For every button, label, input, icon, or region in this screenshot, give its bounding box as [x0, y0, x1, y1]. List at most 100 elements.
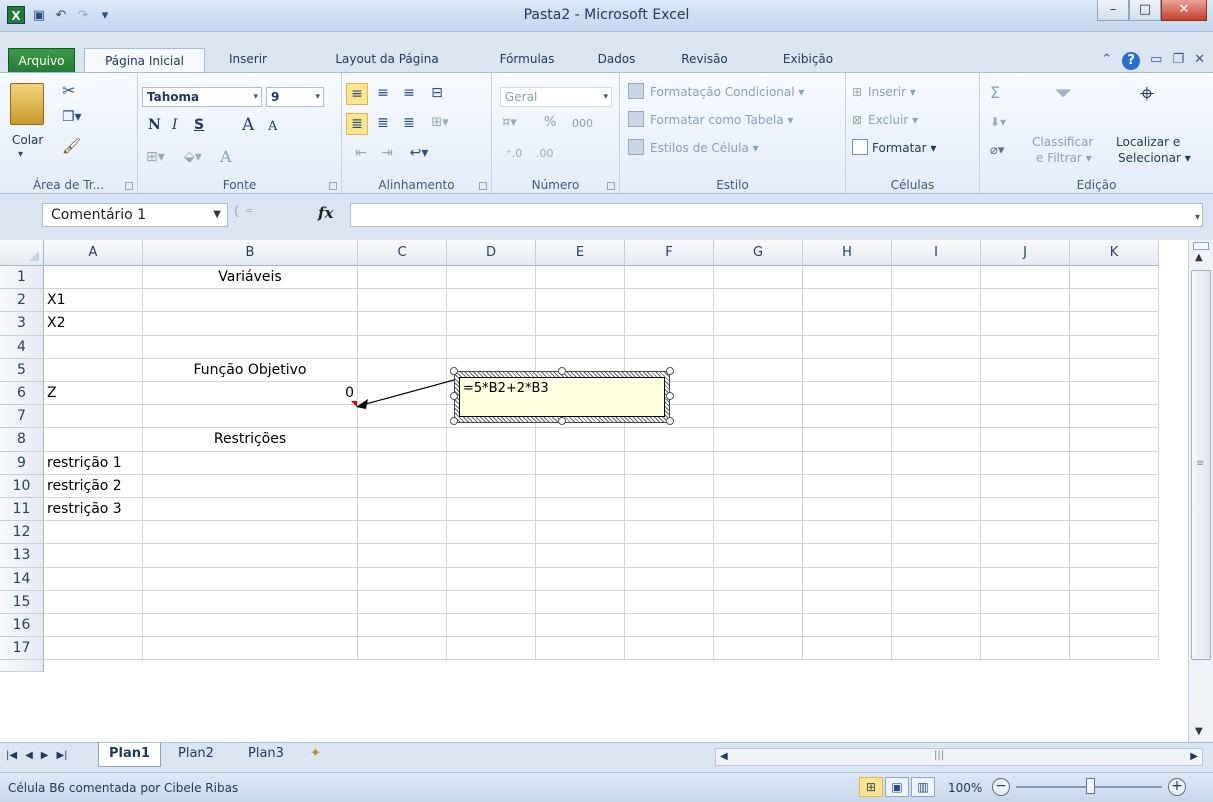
cell-b7[interactable]: [143, 405, 358, 429]
find-select-line2[interactable]: Selecionar ▾: [1118, 151, 1191, 165]
maximize-icon[interactable]: □: [1129, 0, 1161, 21]
zoom-level[interactable]: 100%: [948, 781, 982, 795]
cell-a4[interactable]: [44, 335, 143, 359]
cell-b2[interactable]: [143, 289, 358, 313]
grow-font-button[interactable]: A: [242, 115, 254, 135]
cell-f9[interactable]: [625, 451, 714, 475]
cell-d3[interactable]: [447, 312, 536, 336]
cell-i1[interactable]: [892, 266, 981, 290]
cell-h4[interactable]: [803, 335, 892, 359]
sort-filter-line1[interactable]: Classificar: [1032, 135, 1093, 149]
cell-f15[interactable]: [625, 590, 714, 614]
collapse-ribbon-icon[interactable]: ⌃: [1101, 52, 1112, 70]
paste-icon[interactable]: [10, 83, 44, 125]
cell-g13[interactable]: [714, 544, 803, 568]
cell-a2[interactable]: X1: [44, 289, 143, 313]
cell-j15[interactable]: [981, 590, 1070, 614]
cell-j16[interactable]: [981, 614, 1070, 638]
scroll-up-icon[interactable]: ▲: [1195, 252, 1203, 263]
cell-i11[interactable]: [892, 498, 981, 522]
cell-i17[interactable]: [892, 637, 981, 661]
row-header-4[interactable]: 4: [0, 335, 44, 359]
fill-icon[interactable]: ⬇▾: [990, 115, 1006, 129]
scroll-down-icon[interactable]: ▼: [1195, 726, 1203, 737]
comment-box[interactable]: =5*B2+2*B3: [459, 377, 665, 417]
prev-sheet-icon[interactable]: ◀: [25, 750, 33, 761]
cell-g12[interactable]: [714, 521, 803, 545]
font-name-combo[interactable]: Tahoma ▾: [142, 87, 262, 107]
resize-handle-sw[interactable]: [450, 417, 458, 425]
cell-c3[interactable]: [358, 312, 447, 336]
cell-k12[interactable]: [1070, 521, 1159, 545]
column-header-h[interactable]: H: [803, 240, 892, 266]
cell-k14[interactable]: [1070, 567, 1159, 591]
close-icon[interactable]: ✕: [1161, 0, 1207, 21]
cell-k5[interactable]: [1070, 358, 1159, 382]
cell-j6[interactable]: [981, 382, 1070, 406]
format-painter-icon[interactable]: 🖌: [62, 137, 81, 155]
cell-e11[interactable]: [536, 498, 625, 522]
cell-h16[interactable]: [803, 614, 892, 638]
row-header-12[interactable]: 12: [0, 521, 44, 545]
cell-e2[interactable]: [536, 289, 625, 313]
borders-icon[interactable]: ⊞▾: [146, 149, 165, 165]
alignment-launcher-icon[interactable]: [479, 182, 487, 190]
cell-a8[interactable]: [44, 428, 143, 452]
cell-g10[interactable]: [714, 474, 803, 498]
italic-button[interactable]: I: [172, 117, 178, 133]
normal-view-icon[interactable]: ⊞: [859, 777, 883, 797]
scroll-right-icon[interactable]: ▶: [1190, 751, 1198, 762]
cell-h11[interactable]: [803, 498, 892, 522]
cell-j17[interactable]: [981, 637, 1070, 661]
cell-a15[interactable]: [44, 590, 143, 614]
cell-a6[interactable]: Z: [44, 382, 143, 406]
column-header-e[interactable]: E: [536, 240, 625, 266]
cell-h7[interactable]: [803, 405, 892, 429]
cell-a10[interactable]: restrição 2: [44, 474, 143, 498]
first-sheet-icon[interactable]: |◀: [6, 750, 17, 761]
cell-g1[interactable]: [714, 266, 803, 290]
cell-k16[interactable]: [1070, 614, 1159, 638]
cell-styles-button[interactable]: Estilos de Célula ▾: [650, 141, 759, 155]
minimize-icon[interactable]: –: [1097, 0, 1129, 21]
row-header-6[interactable]: 6: [0, 382, 44, 406]
cell-b8[interactable]: Restrições: [143, 428, 358, 452]
cell-c13[interactable]: [358, 544, 447, 568]
cell-k17[interactable]: [1070, 637, 1159, 661]
cell-i13[interactable]: [892, 544, 981, 568]
decrease-decimal-icon[interactable]: .00: [536, 147, 554, 160]
cell-e13[interactable]: [536, 544, 625, 568]
cell-g17[interactable]: [714, 637, 803, 661]
cell-d14[interactable]: [447, 567, 536, 591]
cell-g4[interactable]: [714, 335, 803, 359]
sort-filter-line2[interactable]: e Filtrar ▾: [1036, 151, 1092, 165]
cell-i12[interactable]: [892, 521, 981, 545]
orientation-icon[interactable]: ⊟: [426, 83, 448, 105]
cell-d2[interactable]: [447, 289, 536, 313]
cell-b4[interactable]: [143, 335, 358, 359]
cell-i16[interactable]: [892, 614, 981, 638]
page-layout-view-icon[interactable]: ▣: [885, 777, 909, 797]
split-box-icon[interactable]: [1193, 242, 1209, 250]
cell-h6[interactable]: [803, 382, 892, 406]
cell-j5[interactable]: [981, 358, 1070, 382]
cell-g16[interactable]: [714, 614, 803, 638]
cell-d16[interactable]: [447, 614, 536, 638]
cut-icon[interactable]: ✂: [62, 81, 75, 100]
copy-icon[interactable]: ❐▾: [62, 109, 82, 125]
cell-f8[interactable]: [625, 428, 714, 452]
cell-f2[interactable]: [625, 289, 714, 313]
last-sheet-icon[interactable]: ▶|: [56, 750, 67, 761]
resize-handle-n[interactable]: [558, 367, 566, 375]
cancel-formula-icon[interactable]: (: [234, 204, 239, 219]
cell-b3[interactable]: [143, 312, 358, 336]
cell-b15[interactable]: [143, 590, 358, 614]
increase-indent-icon[interactable]: ⇥: [376, 145, 398, 167]
cell-j1[interactable]: [981, 266, 1070, 290]
column-header-c[interactable]: C: [358, 240, 447, 266]
cell-e8[interactable]: [536, 428, 625, 452]
comment-text[interactable]: =5*B2+2*B3: [463, 381, 549, 396]
cell-k2[interactable]: [1070, 289, 1159, 313]
underline-button[interactable]: S: [194, 117, 204, 133]
horizontal-scrollbar[interactable]: ◀ ||| ▶: [715, 748, 1203, 766]
